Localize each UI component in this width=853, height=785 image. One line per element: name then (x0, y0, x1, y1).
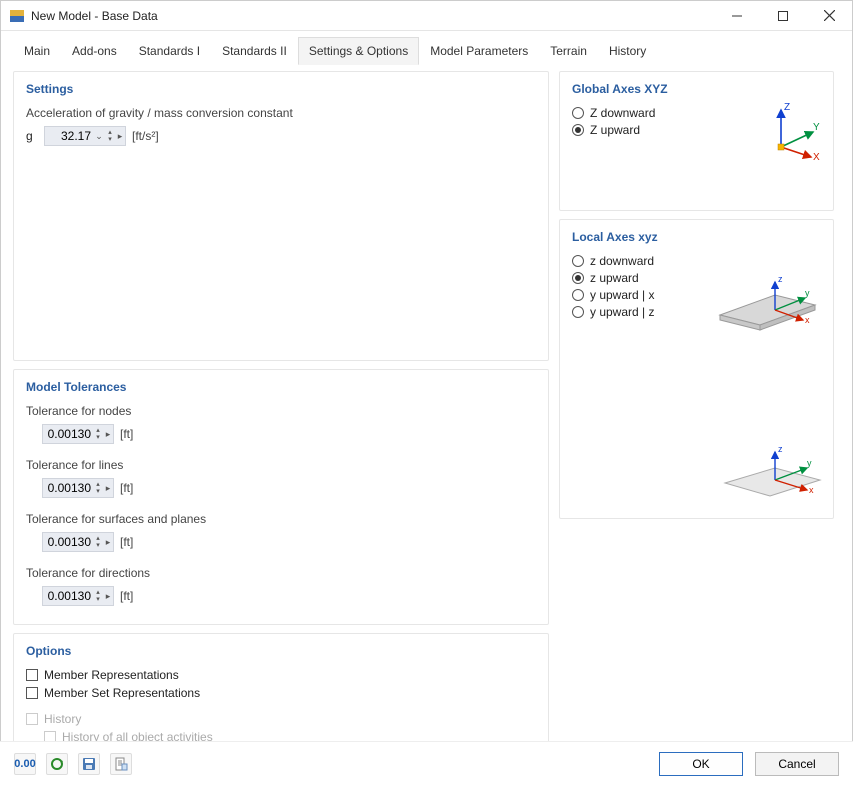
checkbox-icon (26, 669, 38, 681)
check-memberset-rep-label: Member Set Representations (44, 686, 200, 700)
app-icon (9, 8, 25, 24)
g-symbol: g (26, 129, 44, 143)
check-member-rep[interactable]: Member Representations (26, 668, 536, 682)
radio-local-z-upward-label: z upward (590, 271, 639, 285)
tab-bar: Main Add-ons Standards I Standards II Se… (1, 31, 852, 65)
tab-standards-1[interactable]: Standards I (128, 37, 211, 65)
global-axes-title: Global Axes XYZ (572, 82, 821, 96)
radio-local-y-upward-z-label: y upward | z (590, 305, 654, 319)
radio-local-z-downward-label: z downward (590, 254, 654, 268)
local-axes-panel: Local Axes xyz z downward z upward y upw… (559, 219, 834, 519)
footer: 0.00 OK Cancel (0, 741, 853, 785)
settings-panel: Settings Acceleration of gravity / mass … (13, 71, 549, 361)
radio-icon (572, 306, 584, 318)
g-stepper[interactable]: ▴▾ (105, 129, 115, 143)
radio-z-upward-label: Z upward (590, 123, 640, 137)
window-maximize-button[interactable] (760, 1, 806, 31)
check-history-label: History (44, 712, 81, 726)
check-memberset-rep[interactable]: Member Set Representations (26, 686, 536, 700)
footer-report-button[interactable] (110, 753, 132, 775)
tab-terrain[interactable]: Terrain (539, 37, 598, 65)
gravity-label: Acceleration of gravity / mass conversio… (26, 106, 536, 120)
tol-surfaces-label: Tolerance for surfaces and planes (26, 512, 536, 526)
settings-title: Settings (26, 82, 536, 96)
footer-save-button[interactable] (78, 753, 100, 775)
tol-surfaces-input[interactable] (43, 534, 93, 550)
tol-lines-unit: [ft] (120, 481, 133, 495)
local-axes-plane-figure: z y x (715, 438, 825, 508)
checkbox-icon (26, 687, 38, 699)
svg-text:z: z (778, 274, 783, 284)
svg-text:X: X (813, 152, 820, 162)
global-axes-figure: Z Y X (761, 102, 821, 162)
g-spinbox[interactable]: ⌄ ▴▾ ▸ (44, 126, 126, 146)
tab-addons[interactable]: Add-ons (61, 37, 128, 65)
window-close-button[interactable] (806, 1, 852, 31)
tol-directions-slide-icon[interactable]: ▸ (103, 591, 113, 602)
tol-directions-stepper[interactable]: ▴▾ (93, 589, 103, 603)
tol-nodes-label: Tolerance for nodes (26, 404, 536, 418)
tol-directions-unit: [ft] (120, 589, 133, 603)
tab-settings-options[interactable]: Settings & Options (298, 37, 419, 65)
radio-icon (572, 255, 584, 267)
radio-icon (572, 289, 584, 301)
tol-nodes-stepper[interactable]: ▴▾ (93, 427, 103, 441)
window-title: New Model - Base Data (31, 9, 714, 23)
svg-text:Y: Y (813, 122, 820, 133)
svg-text:y: y (807, 458, 812, 468)
tab-main[interactable]: Main (13, 37, 61, 65)
checkbox-icon (26, 713, 38, 725)
ok-button[interactable]: OK (659, 752, 743, 776)
local-axes-title: Local Axes xyz (572, 230, 821, 244)
radio-local-z-downward[interactable]: z downward (572, 254, 821, 268)
svg-text:Z: Z (784, 102, 790, 113)
tol-surfaces-unit: [ft] (120, 535, 133, 549)
tab-standards-2[interactable]: Standards II (211, 37, 298, 65)
tol-lines-label: Tolerance for lines (26, 458, 536, 472)
cancel-button[interactable]: Cancel (755, 752, 839, 776)
svg-text:x: x (805, 315, 810, 325)
titlebar: New Model - Base Data (1, 1, 852, 31)
g-unit: [ft/s²] (132, 129, 159, 143)
tolerances-panel: Model Tolerances Tolerance for nodes ▴▾ … (13, 369, 549, 625)
g-slide-icon[interactable]: ▸ (115, 131, 125, 142)
tol-lines-spinbox[interactable]: ▴▾ ▸ (42, 478, 114, 498)
tol-nodes-unit: [ft] (120, 427, 133, 441)
tol-nodes-input[interactable] (43, 426, 93, 442)
tab-history[interactable]: History (598, 37, 657, 65)
footer-units-button[interactable]: 0.00 (14, 753, 36, 775)
tol-directions-input[interactable] (43, 588, 93, 604)
tolerances-title: Model Tolerances (26, 380, 536, 394)
tol-nodes-slide-icon[interactable]: ▸ (103, 429, 113, 440)
radio-icon (572, 124, 584, 136)
g-dropdown-icon[interactable]: ⌄ (93, 131, 105, 142)
footer-refresh-button[interactable] (46, 753, 68, 775)
tol-directions-spinbox[interactable]: ▴▾ ▸ (42, 586, 114, 606)
g-input[interactable] (45, 128, 93, 144)
window-minimize-button[interactable] (714, 1, 760, 31)
svg-text:z: z (778, 444, 783, 454)
radio-icon (572, 272, 584, 284)
tol-surfaces-spinbox[interactable]: ▴▾ ▸ (42, 532, 114, 552)
global-axes-panel: Global Axes XYZ Z downward Z upward Z Y … (559, 71, 834, 211)
tol-lines-slide-icon[interactable]: ▸ (103, 483, 113, 494)
tol-lines-stepper[interactable]: ▴▾ (93, 481, 103, 495)
radio-z-downward-label: Z downward (590, 106, 655, 120)
tol-surfaces-slide-icon[interactable]: ▸ (103, 537, 113, 548)
radio-local-y-upward-x-label: y upward | x (590, 288, 654, 302)
local-axes-beam-figure: z y x (715, 270, 825, 340)
check-member-rep-label: Member Representations (44, 668, 179, 682)
tol-lines-input[interactable] (43, 480, 93, 496)
tol-nodes-spinbox[interactable]: ▴▾ ▸ (42, 424, 114, 444)
svg-text:x: x (809, 485, 814, 495)
tol-directions-label: Tolerance for directions (26, 566, 536, 580)
radio-icon (572, 107, 584, 119)
check-history: History (26, 712, 536, 726)
options-title: Options (26, 644, 536, 658)
tol-surfaces-stepper[interactable]: ▴▾ (93, 535, 103, 549)
tab-model-parameters[interactable]: Model Parameters (419, 37, 539, 65)
svg-text:y: y (805, 288, 810, 298)
